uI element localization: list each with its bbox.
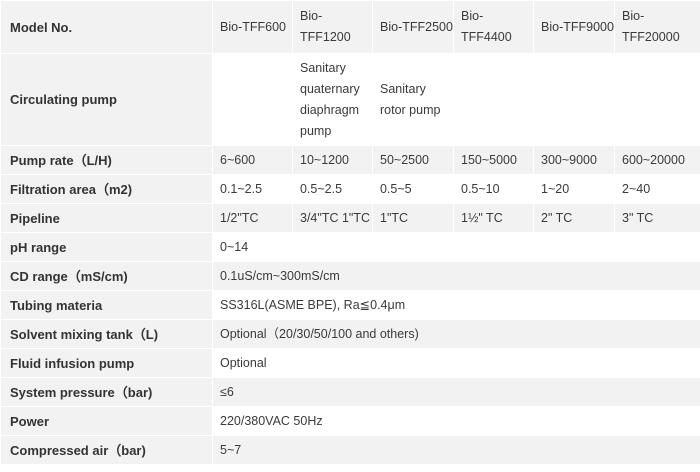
model-name: Bio-TFF2500 xyxy=(372,0,454,54)
spec-cell xyxy=(614,53,700,146)
spec-cell: 1"TC xyxy=(372,203,454,233)
spec-cell xyxy=(533,53,615,146)
cd-range-row: CD range（mS/cm) 0.1uS/cm~300mS/cm xyxy=(0,261,700,291)
pipeline-row: Pipeline 1/2"TC 3/4"TC 1"TC 1"TC 1½" TC … xyxy=(0,203,700,233)
system-pressure-label: System pressure（bar) xyxy=(0,377,213,407)
spec-cell: 50~2500 xyxy=(372,145,454,175)
model-name: Bio-TFF4400 xyxy=(453,0,534,54)
compressed-air-row: Compressed air（bar) 5~7 xyxy=(0,435,700,465)
tubing-material-row: Tubing materia SS316L(ASME BPE), Ra≦0.4μ… xyxy=(0,290,700,320)
model-name: Bio-TFF1200 xyxy=(292,0,373,54)
spec-cell: Optional（20/30/50/100 and others) xyxy=(212,319,700,349)
spec-cell: 1½" TC xyxy=(453,203,534,233)
spec-cell xyxy=(212,53,293,146)
compressed-air-label: Compressed air（bar) xyxy=(0,435,213,465)
spec-cell: Optional xyxy=(212,348,700,378)
spec-cell: 3" TC xyxy=(614,203,700,233)
cd-range-label: CD range（mS/cm) xyxy=(0,261,213,291)
ph-range-row: pH range 0~14 xyxy=(0,232,700,262)
solvent-tank-row: Solvent mixing tank（L) Optional（20/30/50… xyxy=(0,319,700,349)
spec-cell: 2" TC xyxy=(533,203,615,233)
system-pressure-row: System pressure（bar) ≤6 xyxy=(0,377,700,407)
circulating-pump-label: Circulating pump xyxy=(0,53,213,146)
spec-cell: 0~14 xyxy=(212,232,700,262)
spec-cell: 0.5~2.5 xyxy=(292,174,373,204)
fluid-infusion-label: Fluid infusion pump xyxy=(0,348,213,378)
ph-range-label: pH range xyxy=(0,232,213,262)
spec-cell: 10~1200 xyxy=(292,145,373,175)
spec-cell: 0.5~10 xyxy=(453,174,534,204)
spec-cell: Sanitary rotor pump xyxy=(372,53,454,146)
spec-cell: 5~7 xyxy=(212,435,700,465)
model-name: Bio-TFF20000 xyxy=(614,0,700,54)
power-row: Power 220/380VAC 50Hz xyxy=(0,406,700,436)
spec-table: Model No. Bio-TFF600 Bio-TFF1200 Bio-TFF… xyxy=(0,0,700,465)
model-name: Bio-TFF600 xyxy=(212,0,293,54)
pipeline-label: Pipeline xyxy=(0,203,213,233)
filtration-area-row: Filtration area（m2) 0.1~2.5 0.5~2.5 0.5~… xyxy=(0,174,700,204)
model-no-label: Model No. xyxy=(0,0,213,54)
pump-rate-row: Pump rate（L/H) 6~600 10~1200 50~2500 150… xyxy=(0,145,700,175)
spec-cell: SS316L(ASME BPE), Ra≦0.4μm xyxy=(212,290,700,320)
spec-cell: 1/2"TC xyxy=(212,203,293,233)
tubing-material-label: Tubing materia xyxy=(0,290,213,320)
spec-cell: ≤6 xyxy=(212,377,700,407)
spec-cell: 300~9000 xyxy=(533,145,615,175)
spec-cell: 1~20 xyxy=(533,174,615,204)
solvent-tank-label: Solvent mixing tank（L) xyxy=(0,319,213,349)
model-name: Bio-TFF9000 xyxy=(533,0,615,54)
spec-cell: 6~600 xyxy=(212,145,293,175)
spec-cell: 600~20000 xyxy=(614,145,700,175)
pump-rate-label: Pump rate（L/H) xyxy=(0,145,213,175)
spec-cell: Sanitary quaternary diaphragm pump xyxy=(292,53,373,146)
spec-cell: 2~40 xyxy=(614,174,700,204)
spec-cell: 150~5000 xyxy=(453,145,534,175)
filtration-area-label: Filtration area（m2) xyxy=(0,174,213,204)
spec-cell: 0.1uS/cm~300mS/cm xyxy=(212,261,700,291)
spec-cell: 3/4"TC 1"TC xyxy=(292,203,373,233)
circulating-pump-row: Circulating pump Sanitary quaternary dia… xyxy=(0,53,700,146)
header-row: Model No. Bio-TFF600 Bio-TFF1200 Bio-TFF… xyxy=(0,0,700,54)
fluid-infusion-row: Fluid infusion pump Optional xyxy=(0,348,700,378)
spec-cell xyxy=(453,53,534,146)
spec-cell: 0.5~5 xyxy=(372,174,454,204)
spec-cell: 220/380VAC 50Hz xyxy=(212,406,700,436)
power-label: Power xyxy=(0,406,213,436)
spec-cell: 0.1~2.5 xyxy=(212,174,293,204)
